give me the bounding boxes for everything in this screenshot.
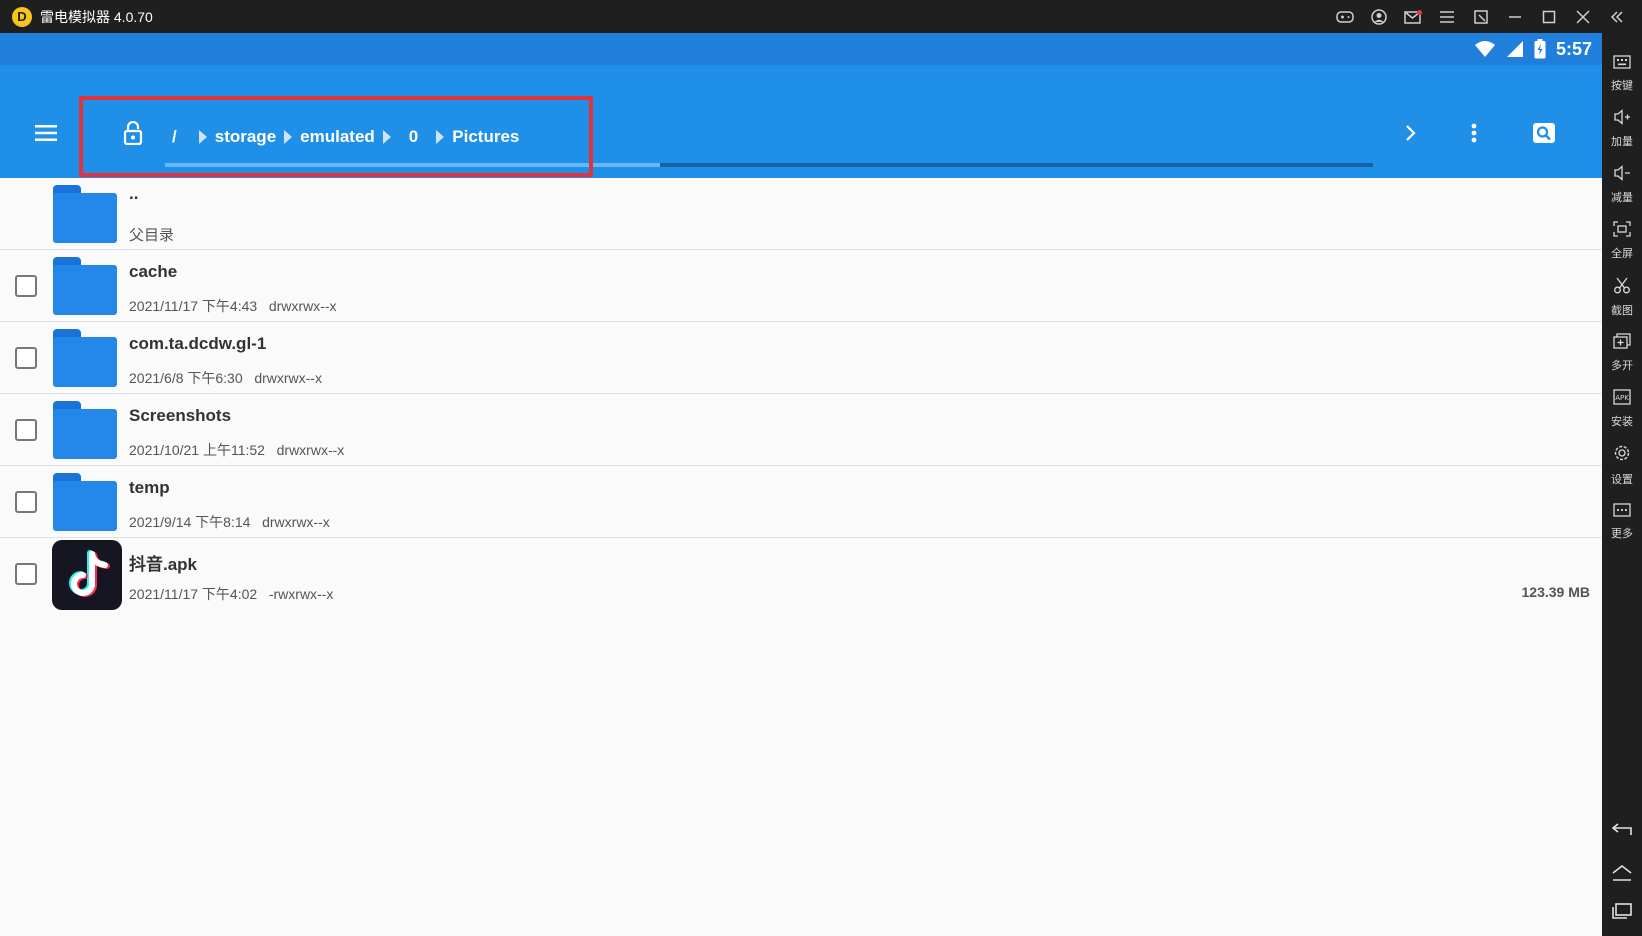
sidebar-button-label: 按键 [1611, 79, 1633, 92]
folder-icon [53, 329, 119, 387]
pin-window-icon[interactable] [1464, 0, 1498, 33]
file-permissions: drwxrwx--x [276, 442, 345, 458]
file-list: .. 父目录 cache 2021/11/17 下午4:43 drwxrwx--… [0, 178, 1602, 610]
parent-directory-row[interactable]: .. 父目录 [0, 178, 1602, 250]
sidebar-button-volume-down[interactable]: 减量 [1602, 159, 1642, 211]
breadcrumb-highlight-box [79, 96, 593, 177]
sidebar-button-label: 减量 [1611, 192, 1633, 204]
file-date: 2021/11/17 下午4:43 [129, 298, 258, 314]
file-meta: 2021/10/21 上午11:52 drwxrwx--x [129, 440, 344, 460]
sidebar-button-volume-up[interactable]: 加量 [1602, 103, 1642, 155]
file-row[interactable]: 抖音.apk 2021/11/17 下午4:02 -rwxrwx--x 123.… [0, 538, 1602, 610]
folder-icon [53, 401, 119, 459]
file-permissions: drwxrwx--x [262, 514, 330, 530]
more-vertical-icon[interactable] [1458, 117, 1490, 149]
select-checkbox[interactable] [15, 347, 37, 369]
chevron-right-icon[interactable] [1395, 117, 1427, 149]
emulator-sidebar: 按键 加量 减量 全屏 截图 多开 APK 安装 设置 更多 [1602, 33, 1642, 936]
wifi-icon [1474, 41, 1495, 57]
scissors-icon [1613, 276, 1631, 299]
svg-text:APK: APK [1615, 394, 1629, 402]
app-logo-icon: D [12, 6, 32, 27]
file-date: 2021/10/21 上午11:52 [129, 442, 265, 458]
file-meta: 2021/9/14 下午8:14 drwxrwx--x [129, 512, 330, 532]
sidebar-button-label: 加量 [1611, 136, 1633, 148]
android-screen: 5:57 / storage emulated 0 Pictures .. 父目… [0, 33, 1602, 936]
title-bar-controls [1328, 0, 1634, 33]
sidebar-button-label: 安装 [1611, 416, 1633, 428]
fullscreen-icon [1613, 221, 1631, 242]
app-toolbar: / storage emulated 0 Pictures [0, 65, 1602, 178]
tiktok-app-icon [52, 540, 122, 610]
file-meta: 2021/11/17 下午4:02 -rwxrwx--x [129, 584, 333, 604]
file-permissions: drwxrwx--x [268, 298, 337, 314]
battery-icon [1534, 39, 1546, 59]
app-logo-letter: D [17, 9, 27, 24]
mail-icon[interactable] [1396, 0, 1430, 33]
maximize-icon[interactable] [1532, 0, 1566, 33]
file-meta: 2021/6/8 下午6:30 drwxrwx--x [129, 368, 322, 388]
select-checkbox[interactable] [15, 563, 37, 585]
file-name: Screenshots [129, 406, 232, 425]
file-date: 2021/6/8 下午6:30 [129, 370, 243, 386]
sidebar-button-label: 截图 [1611, 305, 1633, 317]
sidebar-button-more[interactable]: 更多 [1602, 495, 1642, 547]
apk-install-icon: APK [1613, 389, 1631, 410]
sidebar-button-label: 全屏 [1611, 248, 1633, 260]
file-name: 抖音.apk [129, 555, 198, 574]
sidebar-button-screenshot[interactable]: 截图 [1602, 271, 1642, 323]
minimize-icon[interactable] [1498, 0, 1532, 33]
recent-apps-nav-icon[interactable] [1602, 893, 1642, 929]
menu-lines-icon[interactable] [1430, 0, 1464, 33]
file-name: com.ta.dcdw.gl-1 [129, 334, 267, 353]
collapse-sidebar-icon[interactable] [1600, 0, 1634, 33]
file-row[interactable]: temp 2021/9/14 下午8:14 drwxrwx--x [0, 466, 1602, 538]
gamepad-icon[interactable] [1328, 0, 1362, 33]
select-checkbox[interactable] [15, 491, 37, 513]
sidebar-button-install-apk[interactable]: APK 安装 [1602, 383, 1642, 435]
file-row[interactable]: Screenshots 2021/10/21 上午11:52 drwxrwx--… [0, 394, 1602, 466]
cellular-icon [1506, 41, 1523, 57]
select-checkbox[interactable] [15, 275, 37, 297]
status-time: 5:57 [1555, 38, 1592, 59]
back-nav-icon[interactable] [1602, 811, 1642, 847]
home-nav-icon[interactable] [1602, 855, 1642, 891]
file-date: 2021/11/17 下午4:02 [129, 586, 258, 602]
file-row[interactable]: cache 2021/11/17 下午4:43 drwxrwx--x [0, 250, 1602, 322]
file-row[interactable]: com.ta.dcdw.gl-1 2021/6/8 下午6:30 drwxrwx… [0, 322, 1602, 394]
folder-icon [53, 185, 119, 243]
file-meta: 2021/11/17 下午4:43 drwxrwx--x [129, 296, 337, 316]
gear-icon [1612, 443, 1632, 468]
select-checkbox[interactable] [15, 419, 37, 441]
file-size: 123.39 MB [1521, 584, 1590, 600]
account-icon[interactable] [1362, 0, 1396, 33]
folder-icon [53, 257, 119, 315]
sidebar-button-multi-instance[interactable]: 多开 [1602, 327, 1642, 379]
close-icon[interactable] [1566, 0, 1600, 33]
more-icon [1613, 502, 1631, 522]
file-permissions: -rwxrwx--x [268, 586, 334, 602]
sidebar-button-label: 设置 [1611, 474, 1633, 486]
status-bar: 5:57 [0, 33, 1602, 65]
keyboard-icon [1613, 54, 1631, 74]
folder-icon [53, 473, 119, 531]
volume-down-icon [1613, 165, 1631, 186]
file-name: temp [129, 478, 170, 497]
file-permissions: drwxrwx--x [254, 370, 322, 386]
sidebar-button-fullscreen[interactable]: 全屏 [1602, 215, 1642, 267]
multi-instance-icon [1613, 333, 1631, 354]
volume-up-icon [1613, 109, 1631, 130]
search-icon[interactable] [1528, 117, 1560, 149]
parent-directory-name: .. [129, 184, 139, 203]
file-date: 2021/9/14 下午8:14 [129, 514, 251, 530]
sidebar-button-settings[interactable]: 设置 [1602, 439, 1642, 491]
emulator-title-bar: D 雷电模拟器 4.0.70 [0, 0, 1642, 33]
file-name: cache [129, 262, 178, 281]
window-title: 雷电模拟器 4.0.70 [40, 8, 153, 25]
sidebar-button-label: 更多 [1611, 527, 1633, 540]
hamburger-menu-icon[interactable] [30, 117, 62, 149]
parent-directory-label: 父目录 [129, 227, 175, 244]
sidebar-button-keymap[interactable]: 按键 [1602, 47, 1642, 99]
sidebar-button-label: 多开 [1611, 360, 1633, 372]
